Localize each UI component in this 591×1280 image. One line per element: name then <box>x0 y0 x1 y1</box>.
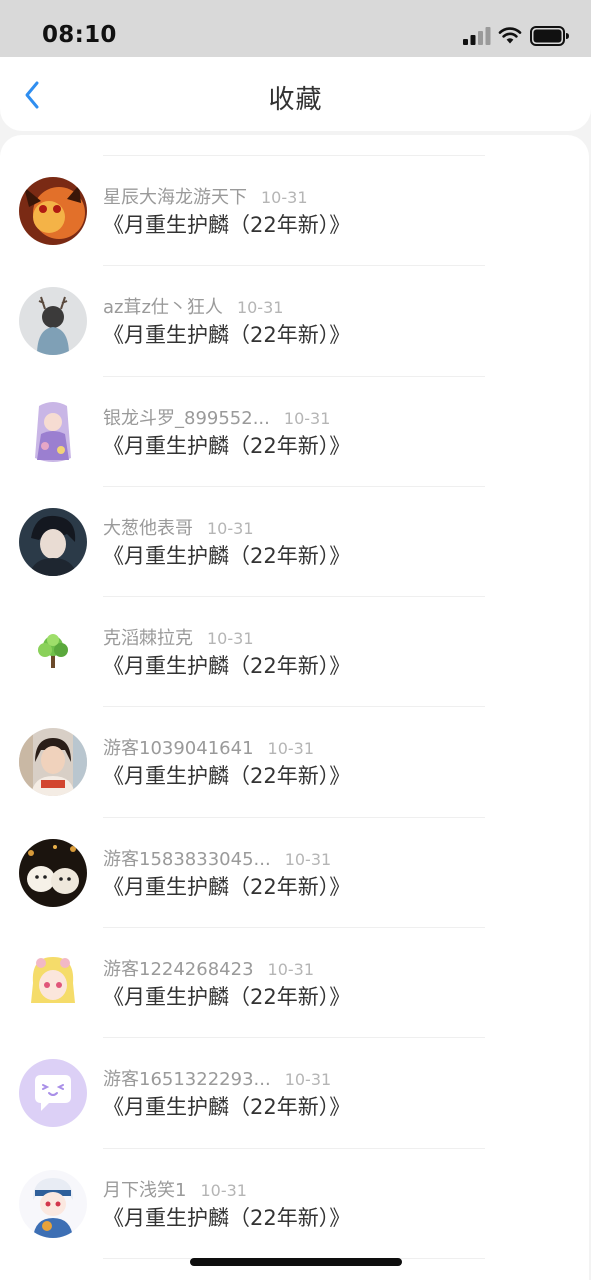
post-date: 10-31 <box>284 849 332 869</box>
favorite-item[interactable]: 游客1583833045... 10-31 《月重生护麟（22年新）》 <box>0 818 589 929</box>
user-name[interactable]: 克滔棘拉克 <box>103 628 193 649</box>
post-date: 10-31 <box>236 298 284 318</box>
favorite-item[interactable]: 克滔棘拉克 10-31 《月重生护麟（22年新）》 <box>0 597 589 708</box>
home-indicator[interactable] <box>190 1258 402 1266</box>
post-title[interactable]: 《月重生护麟（22年新）》 <box>103 209 350 239</box>
favorites-list: 星辰大海龙游天下 10-31 《月重生护麟（22年新）》 az茸z仕丶狂人 10-3… <box>0 156 589 1259</box>
wifi-icon <box>498 27 522 44</box>
post-title[interactable]: 《月重生护麟（22年新）》 <box>103 430 350 460</box>
post-title[interactable]: 《月重生护麟（22年新）》 <box>103 871 350 901</box>
favorite-item[interactable]: 月下浅笑1 10-31 《月重生护麟（22年新）》 <box>0 1149 589 1259</box>
post-date: 10-31 <box>284 1070 332 1090</box>
post-title[interactable]: 《月重生护麟（22年新）》 <box>103 319 350 349</box>
user-name[interactable]: 游客1651322293... <box>103 1069 271 1090</box>
favorite-item[interactable]: 大葱他表哥 10-31 《月重生护麟（22年新）》 <box>0 487 589 598</box>
post-title[interactable]: 《月重生护麟（22年新）》 <box>103 540 350 570</box>
user-name[interactable]: az茸z仕丶狂人 <box>103 297 223 318</box>
post-date: 10-31 <box>207 518 254 538</box>
user-name[interactable]: 银龙斗罗_899552... <box>103 408 270 429</box>
post-date: 10-31 <box>261 188 308 207</box>
favorite-item[interactable]: 星辰大海龙游天下 10-31 《月重生护麟（22年新）》 <box>0 156 589 267</box>
avatar[interactable] <box>19 177 87 245</box>
post-date: 10-31 <box>267 960 315 980</box>
avatar[interactable] <box>19 728 87 797</box>
status-bar: 08:10 <box>0 0 591 58</box>
favorite-item[interactable]: 游客1039041641 10-31 《月重生护麟（22年新）》 <box>0 707 589 818</box>
avatar[interactable] <box>19 397 87 466</box>
post-date: 10-31 <box>200 1180 247 1200</box>
avatar[interactable] <box>19 1059 87 1128</box>
user-name[interactable]: 大葱他表哥 <box>103 518 193 539</box>
user-name[interactable]: 游客1224268423 <box>103 959 254 980</box>
user-name[interactable]: 星辰大海龙游天下 <box>103 187 247 208</box>
favorites-list-card: 星辰大海龙游天下 10-31 《月重生护麟（22年新）》 az茸z仕丶狂人 10-3… <box>0 135 589 1280</box>
post-title[interactable]: 《月重生护麟（22年新）》 <box>103 1202 350 1232</box>
post-title[interactable]: 《月重生护麟（22年新）》 <box>103 760 350 790</box>
avatar[interactable] <box>19 838 87 907</box>
status-time: 08:10 <box>42 22 117 48</box>
avatar[interactable] <box>19 287 87 356</box>
navigation-bar: 收藏 <box>0 57 591 131</box>
post-date: 10-31 <box>267 739 315 759</box>
post-date: 10-31 <box>207 629 254 649</box>
user-name[interactable]: 月下浅笑1 <box>103 1180 186 1201</box>
post-title[interactable]: 《月重生护麟（22年新）》 <box>103 1091 350 1121</box>
post-date: 10-31 <box>283 408 331 428</box>
avatar[interactable] <box>19 949 87 1018</box>
post-title[interactable]: 《月重生护麟（22年新）》 <box>103 650 350 680</box>
favorite-item[interactable]: az茸z仕丶狂人 10-31 《月重生护麟（22年新）》 <box>0 266 589 377</box>
avatar[interactable] <box>19 507 87 576</box>
page-title: 收藏 <box>268 85 323 115</box>
post-title[interactable]: 《月重生护麟（22年新）》 <box>103 981 350 1011</box>
user-name[interactable]: 游客1039041641 <box>103 738 254 759</box>
favorite-item[interactable]: 游客1651322293... 10-31 《月重生护麟（22年新）》 <box>0 1038 589 1149</box>
battery-icon <box>530 26 569 46</box>
cellular-signal-icon <box>463 27 491 45</box>
avatar[interactable] <box>19 1169 87 1238</box>
avatar[interactable] <box>19 618 87 687</box>
favorite-item[interactable]: 银龙斗罗_899552... 10-31 《月重生护麟（22年新）》 <box>0 377 589 487</box>
user-name[interactable]: 游客1583833045... <box>103 849 271 870</box>
favorite-item[interactable]: 游客1224268423 10-31 《月重生护麟（22年新）》 <box>0 928 589 1039</box>
